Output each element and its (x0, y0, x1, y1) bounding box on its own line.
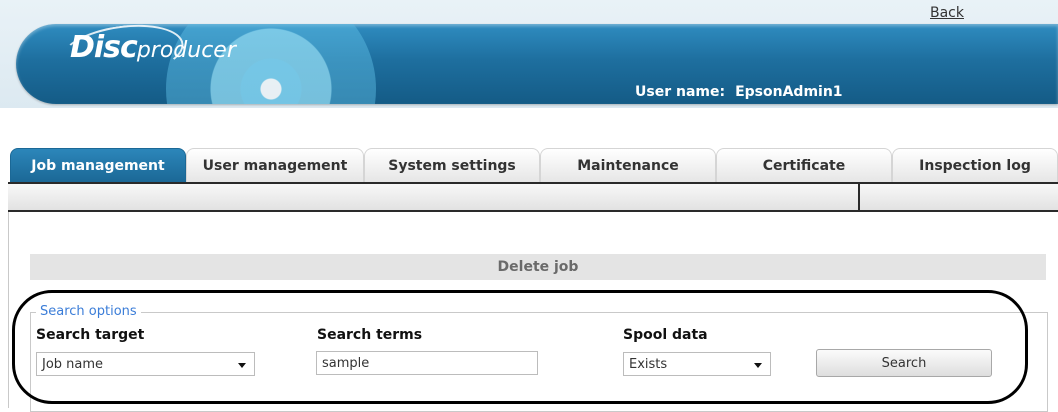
back-link[interactable]: Back (930, 5, 964, 21)
tab-maintenance[interactable]: Maintenance (540, 148, 716, 182)
tab-inspection-log[interactable]: Inspection log (892, 148, 1058, 182)
user-label: User name: (635, 84, 726, 100)
main-tabs: Job management User management System se… (10, 148, 1058, 182)
tab-system-settings[interactable]: System settings (364, 148, 540, 182)
toolbar-spacer (8, 184, 860, 210)
user-info: User name: EpsonAdmin1 (635, 84, 843, 100)
panel-border (8, 212, 9, 408)
section-title: Delete job (30, 254, 1046, 280)
app-logo: Discproducer (70, 30, 236, 65)
tab-user-management[interactable]: User management (186, 148, 364, 182)
tab-certificate[interactable]: Certificate (716, 148, 892, 182)
highlight-ellipse (12, 290, 1028, 404)
toolbar (8, 182, 1058, 212)
header-banner: Discproducer User name: EpsonAdmin1 (0, 0, 1058, 108)
tab-job-management[interactable]: Job management (10, 148, 186, 182)
logo-producer-text: producer (136, 38, 236, 63)
logo-disc-text: Disc (70, 30, 138, 65)
user-name: EpsonAdmin1 (735, 84, 843, 100)
